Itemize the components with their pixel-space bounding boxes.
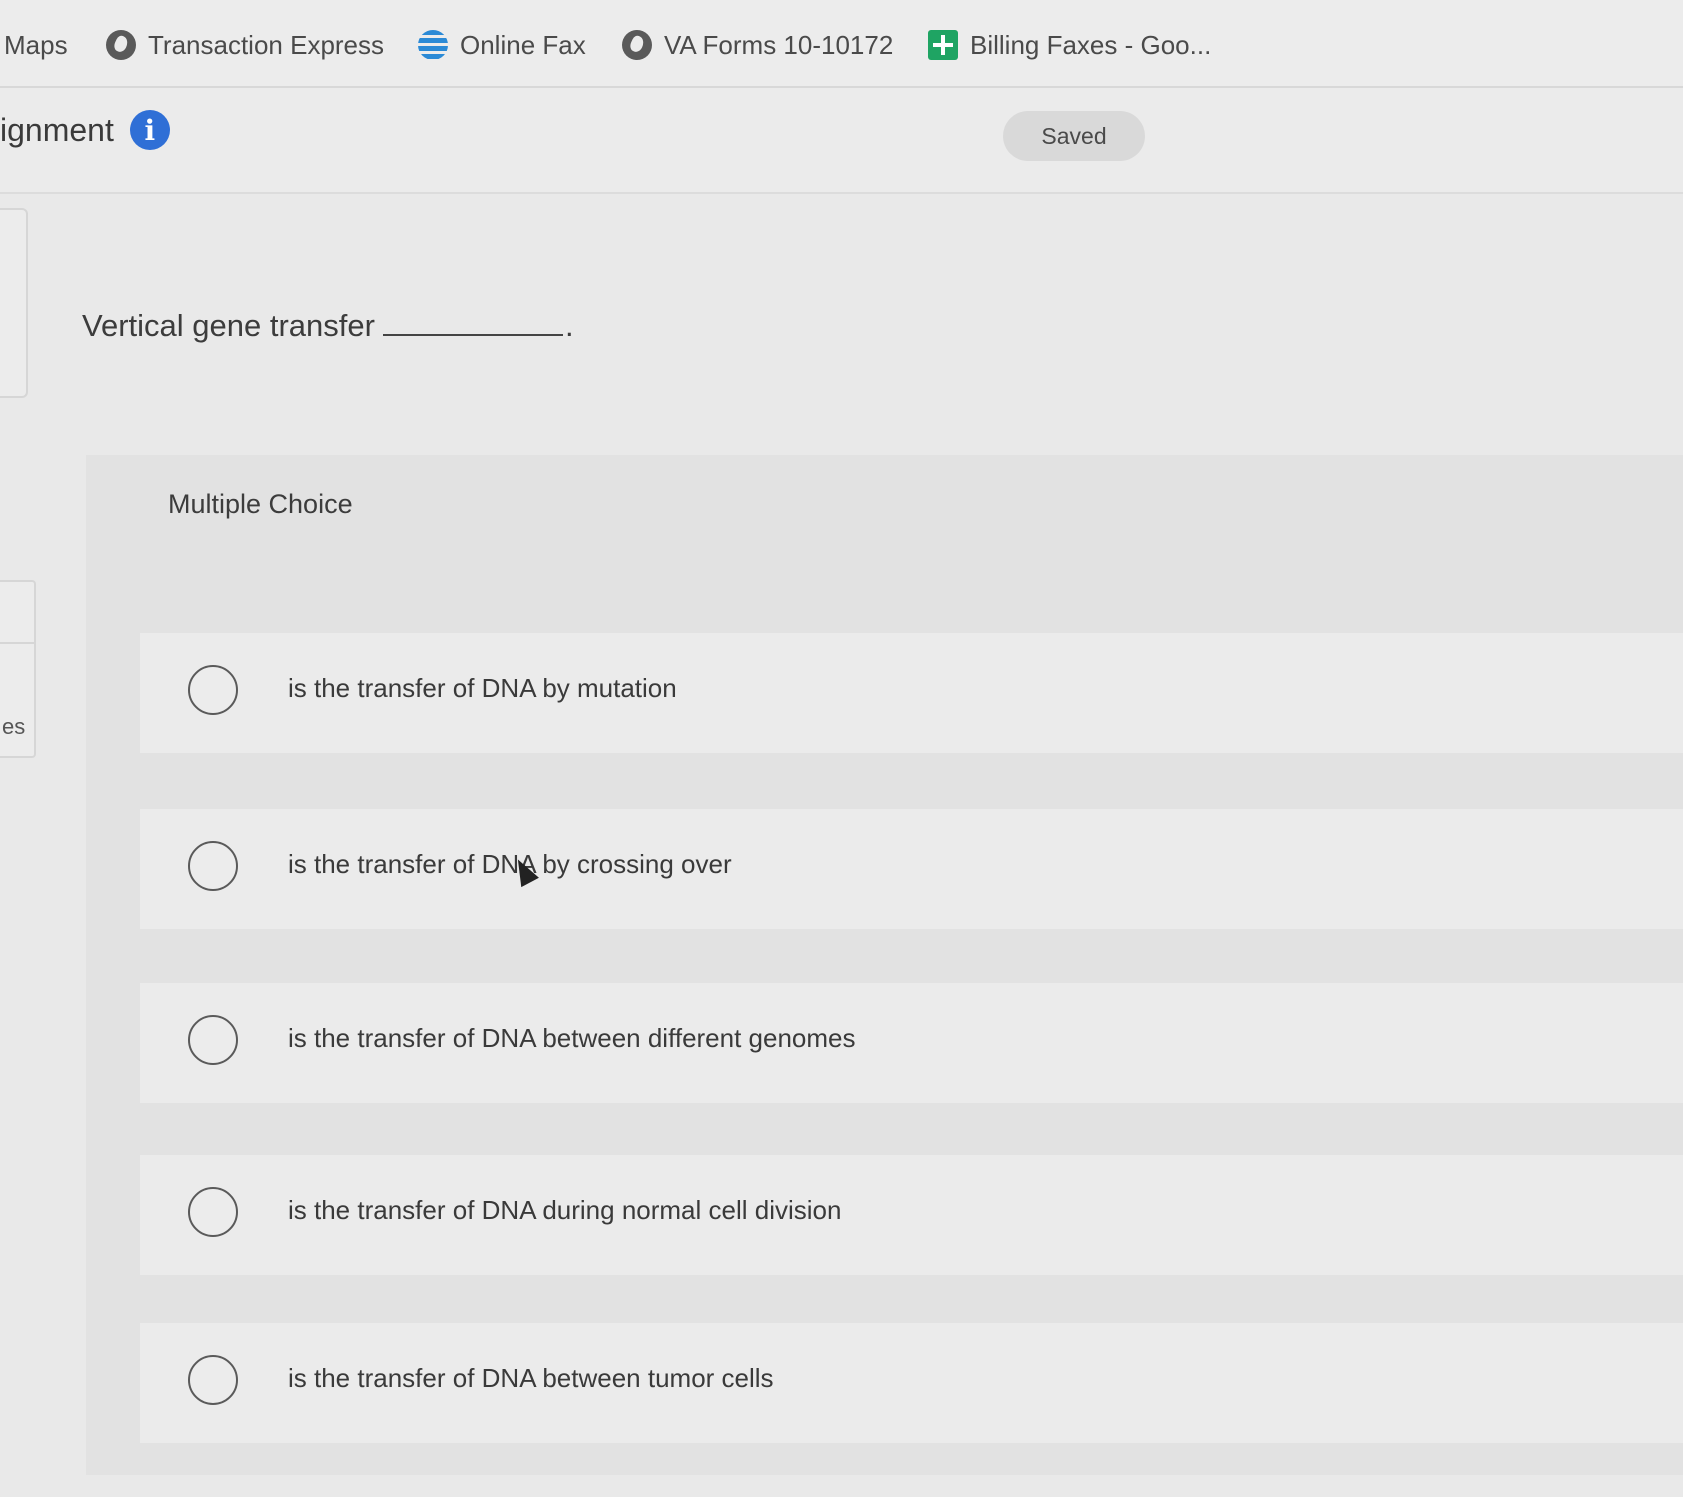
left-nav-fragment[interactable]: es: [0, 580, 36, 758]
nav-fragment-label: es: [2, 714, 26, 739]
radio-button[interactable]: [188, 1187, 238, 1237]
globe-icon: [106, 30, 136, 60]
page-title: ignment i: [0, 110, 170, 150]
answer-blank: [382, 310, 563, 336]
answer-option-text: is the transfer of DNA between different…: [288, 1023, 856, 1053]
att-globe-icon: [418, 30, 448, 60]
multiple-choice-label: Multiple Choice: [168, 489, 353, 519]
answer-option-1[interactable]: is the transfer of DNA by mutation: [140, 633, 1683, 753]
divider: [0, 642, 34, 644]
question-text: Vertical gene transfer: [82, 308, 375, 343]
info-icon[interactable]: i: [129, 110, 170, 150]
globe-icon: [622, 30, 652, 60]
bookmark-online-fax[interactable]: Online Fax: [418, 22, 586, 68]
radio-button[interactable]: [188, 665, 238, 715]
radio-button[interactable]: [188, 1015, 238, 1065]
bookmark-label: Billing Faxes - Goo...: [970, 29, 1212, 60]
answer-option-3[interactable]: is the transfer of DNA between different…: [140, 983, 1683, 1103]
bookmark-maps[interactable]: Maps: [4, 22, 68, 68]
bookmark-billing-faxes[interactable]: Billing Faxes - Goo...: [928, 22, 1211, 68]
sheets-plus-icon: [928, 30, 958, 60]
bookmarks-bar: Maps Transaction Express Online Fax VA F…: [0, 0, 1683, 88]
bookmark-label: Maps: [4, 29, 68, 60]
page-title-text: ignment: [0, 111, 114, 148]
answer-option-text: is the transfer of DNA between tumor cel…: [288, 1363, 774, 1393]
answer-option-4[interactable]: is the transfer of DNA during normal cel…: [140, 1155, 1683, 1275]
bookmark-label: Online Fax: [460, 29, 586, 60]
radio-button[interactable]: [188, 1355, 238, 1405]
radio-button[interactable]: [188, 841, 238, 891]
assignment-header: ignment i Saved: [0, 88, 1683, 194]
question-period: .: [564, 308, 574, 343]
answer-option-text: is the transfer of DNA by mutation: [288, 673, 677, 703]
answer-option-text: is the transfer of DNA during normal cel…: [288, 1195, 842, 1225]
left-panel-fragment: [0, 208, 28, 398]
bookmark-label: VA Forms 10-10172: [664, 29, 894, 60]
question-prompt: Vertical gene transfer .: [82, 308, 574, 344]
bookmark-va-forms[interactable]: VA Forms 10-10172: [622, 22, 893, 68]
multiple-choice-panel: Multiple Choice is the transfer of DNA b…: [86, 455, 1683, 1475]
bookmark-transaction-express[interactable]: Transaction Express: [106, 22, 384, 68]
saved-status-badge: Saved: [1003, 111, 1145, 161]
bookmark-label: Transaction Express: [148, 29, 385, 60]
answer-option-2[interactable]: is the transfer of DNA by crossing over: [140, 809, 1683, 929]
answer-option-5[interactable]: is the transfer of DNA between tumor cel…: [140, 1323, 1683, 1443]
